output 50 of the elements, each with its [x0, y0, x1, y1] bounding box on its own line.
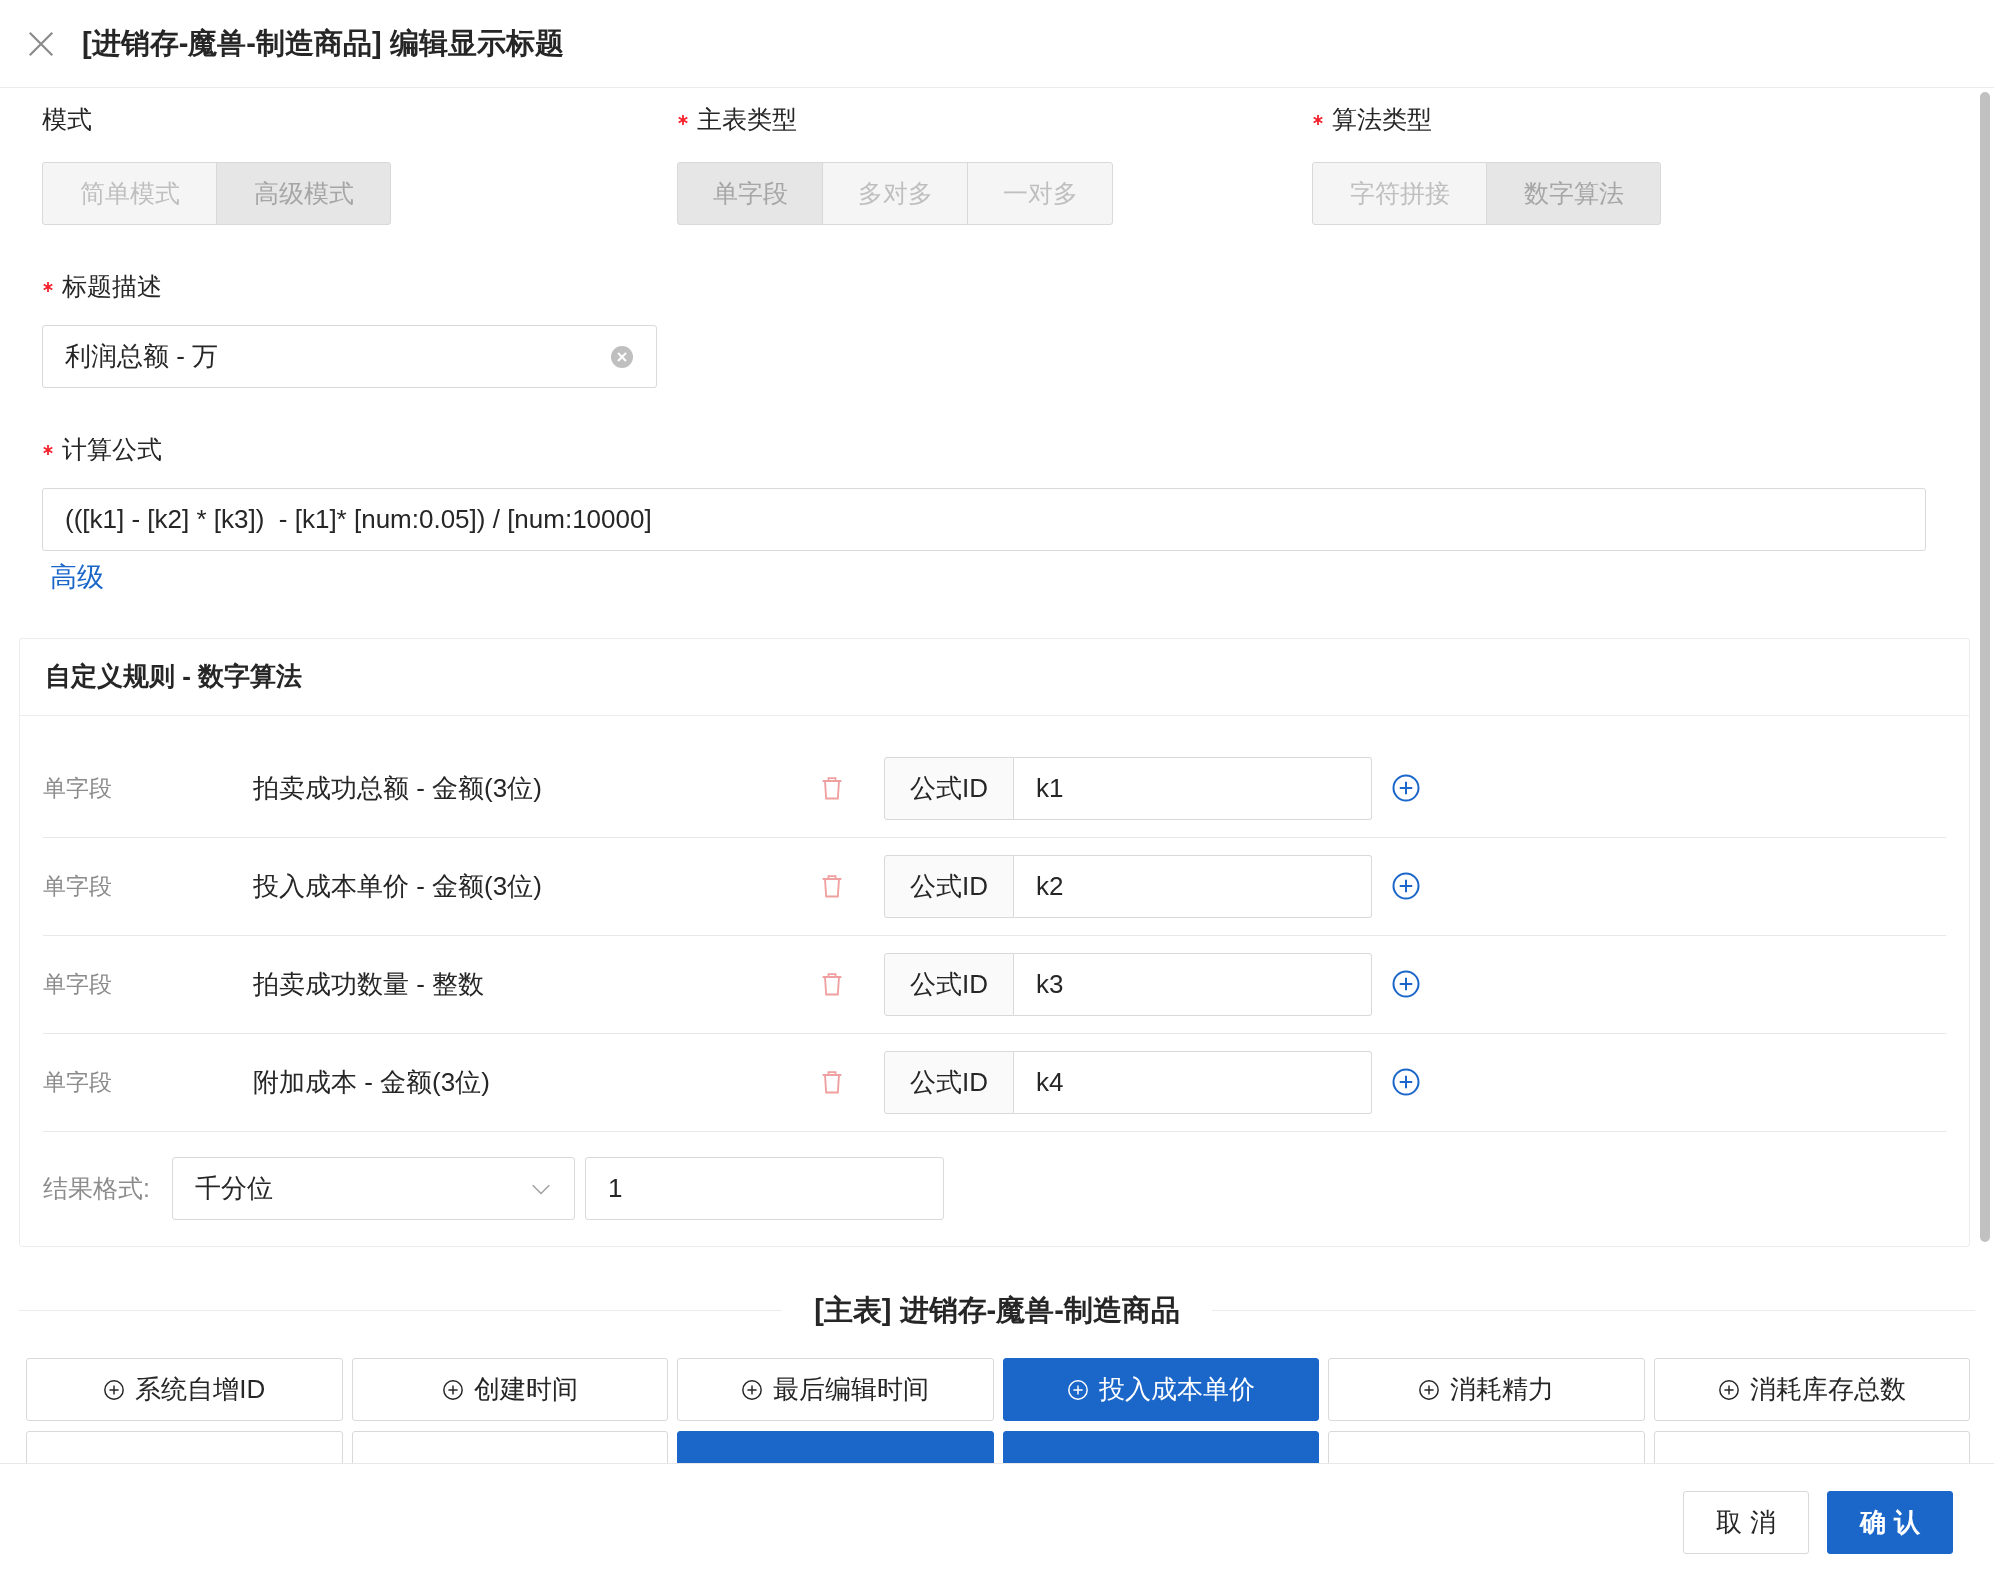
format-input[interactable]: 1: [584, 1157, 944, 1220]
section-title: [主表] 进销存-魔兽-制造商品: [814, 1292, 1180, 1328]
plus-icon: [1418, 1378, 1441, 1401]
formula-id-input[interactable]: k1: [1014, 756, 1372, 820]
dialog-title: [进销存-魔兽-制造商品] 编辑显示标题: [82, 25, 564, 61]
plus-icon: [741, 1378, 764, 1401]
card-title: 自定义规则 - 数字算法: [45, 660, 303, 693]
plus-icon: [103, 1378, 126, 1401]
formula-id-input[interactable]: k2: [1014, 854, 1372, 918]
add-icon: [1391, 773, 1421, 803]
field-name: 附加成本 - 金额(3位): [253, 1065, 491, 1099]
field-label: 计算公式: [62, 434, 162, 466]
field-label: 标题描述: [62, 271, 162, 303]
field-chip[interactable]: 消耗库存总数: [1653, 1358, 1970, 1421]
field-type: 单字段: [43, 1067, 113, 1097]
field-label: 模式: [42, 104, 92, 136]
input-addon: 公式ID: [884, 854, 1014, 918]
formula-input[interactable]: (([k1] - [k2] * [k3]) - [k1]* [num:0.05]) / [num:10000]: [42, 488, 1926, 551]
field-label: 算法类型: [1332, 104, 1432, 136]
plus-icon: [1066, 1378, 1089, 1401]
formula-id-input[interactable]: k4: [1014, 1050, 1372, 1114]
input-addon: 公式ID: [884, 756, 1014, 820]
advanced-link[interactable]: 高级: [50, 557, 104, 598]
title-input[interactable]: 利润总额 - 万: [42, 325, 657, 388]
format-select[interactable]: 千分位: [171, 1157, 575, 1220]
field-label: 主表类型: [697, 104, 797, 136]
clear-icon[interactable]: [610, 344, 634, 369]
field-chip[interactable]: 投入成本单价: [1002, 1358, 1319, 1421]
plus-icon: [441, 1378, 464, 1401]
field-name: 拍卖成功总额 - 金额(3位): [253, 771, 543, 805]
field-label: 结果格式:: [43, 1172, 150, 1204]
input-addon: 公式ID: [884, 1050, 1014, 1114]
field-name: 投入成本单价 - 金额(3位): [253, 869, 543, 903]
field-type: 单字段: [43, 969, 113, 999]
formula-id-input[interactable]: k3: [1014, 952, 1372, 1016]
field-chip[interactable]: 系统自增ID: [26, 1358, 343, 1421]
add-icon: [1391, 1067, 1421, 1097]
input-addon: 公式ID: [884, 952, 1014, 1016]
field-chip[interactable]: 消耗精力: [1328, 1358, 1645, 1421]
add-icon: [1391, 871, 1421, 901]
field-name: 拍卖成功数量 - 整数: [253, 967, 486, 1001]
add-icon: [1391, 969, 1421, 999]
field-chip[interactable]: 创建时间: [351, 1358, 668, 1421]
field-type: 单字段: [43, 773, 113, 803]
field-type: 单字段: [43, 871, 113, 901]
scrollbar[interactable]: [1980, 92, 1990, 1242]
plus-icon: [1717, 1378, 1740, 1401]
confirm-button[interactable]: 确 认: [1827, 1490, 1953, 1554]
cancel-button[interactable]: 取 消: [1683, 1490, 1809, 1554]
field-chip[interactable]: 最后编辑时间: [677, 1358, 994, 1421]
